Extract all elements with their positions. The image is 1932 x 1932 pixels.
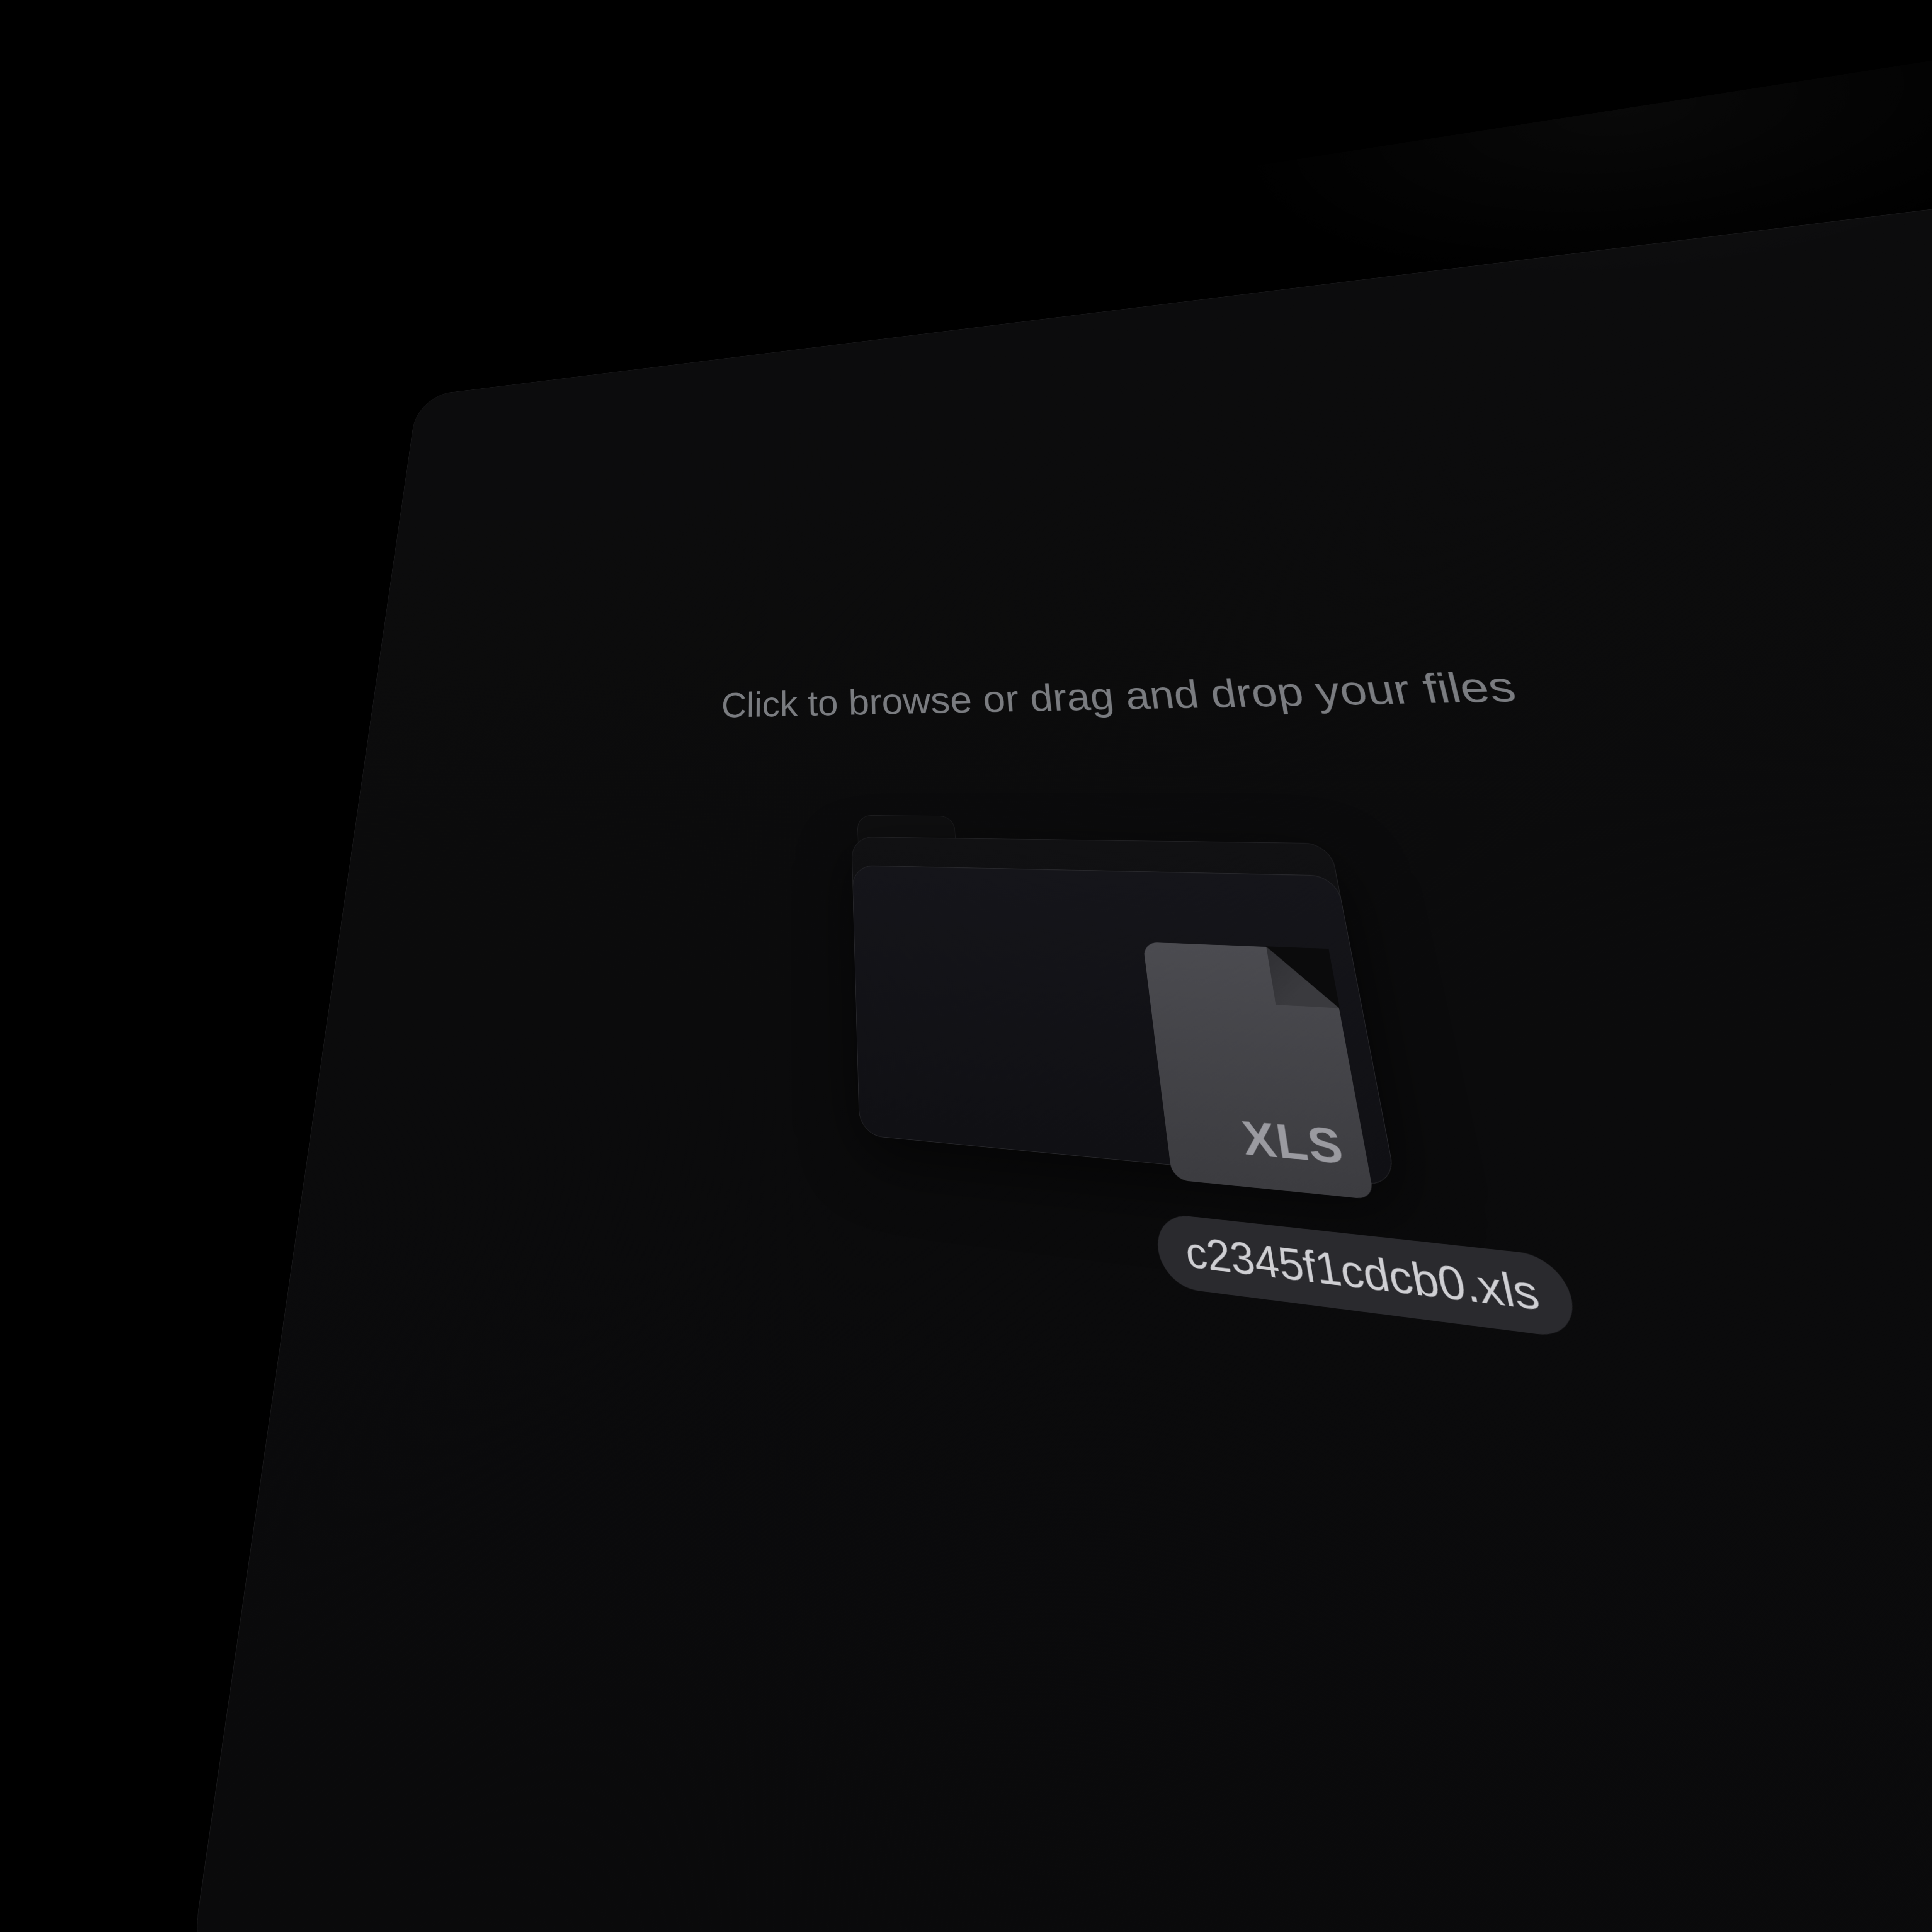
- drop-zone[interactable]: Click to browse or drag and drop your fi…: [187, 207, 1932, 1932]
- drop-zone-label: Click to browse or drag and drop your fi…: [718, 661, 1526, 728]
- upload-window: Click to browse or drag and drop your fi…: [186, 43, 1932, 1932]
- stage: Click to browse or drag and drop your fi…: [0, 0, 1932, 1425]
- folder-illustration: XLS c2345f1cdcb0.xls: [850, 815, 1471, 1338]
- dragging-file-ext: XLS: [1238, 1110, 1348, 1176]
- dragging-file-name-pill: c2345f1cdcb0.xls: [1154, 1213, 1582, 1340]
